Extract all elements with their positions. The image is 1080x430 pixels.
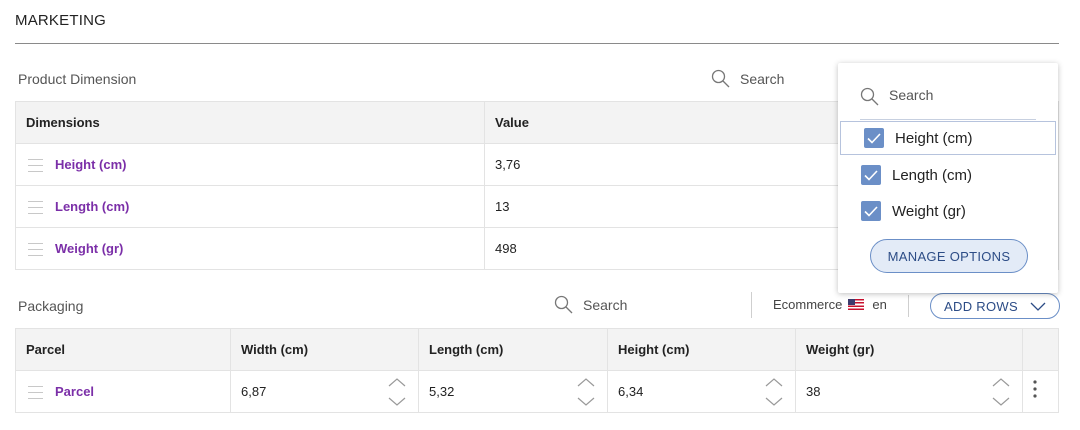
- search-icon: [860, 87, 879, 106]
- search-icon: [711, 69, 730, 88]
- column-header-length[interactable]: Length (cm): [418, 328, 608, 371]
- length-value: 5,32: [429, 384, 455, 399]
- drag-handle-icon[interactable]: [28, 385, 43, 399]
- toolbar-divider: [751, 292, 752, 318]
- channel-label: Ecommerce: [773, 297, 843, 312]
- option-label: Length (cm): [892, 166, 973, 184]
- dimension-cell: Height (cm): [15, 143, 485, 186]
- channel-locale-selector[interactable]: Ecommerce en: [773, 297, 887, 312]
- length-cell[interactable]: 5,32: [418, 370, 608, 413]
- checkbox-checked-icon[interactable]: [861, 165, 881, 185]
- option-height[interactable]: Height (cm): [840, 121, 1056, 155]
- column-header-height[interactable]: Height (cm): [607, 328, 796, 371]
- width-cell[interactable]: 6,87: [230, 370, 419, 413]
- dimension-cell: Length (cm): [15, 185, 485, 228]
- column-header-parcel[interactable]: Parcel: [15, 328, 231, 371]
- row-actions: [1022, 370, 1059, 413]
- toolbar-divider: [908, 295, 909, 317]
- section-title: MARKETING: [15, 12, 106, 29]
- chevron-down-icon: [1030, 302, 1046, 311]
- drag-handle-icon[interactable]: [28, 242, 43, 256]
- table-header-row: Parcel Width (cm) Length (cm) Height (cm…: [15, 328, 1059, 371]
- checkbox-checked-icon[interactable]: [861, 201, 881, 221]
- stepper-icon[interactable]: [765, 377, 783, 407]
- dimension-link[interactable]: Height (cm): [55, 158, 127, 173]
- packaging-search[interactable]: Search: [554, 295, 627, 314]
- packaging-label: Packaging: [18, 298, 84, 314]
- dimension-link[interactable]: Length (cm): [55, 200, 129, 215]
- drag-handle-icon[interactable]: [28, 200, 43, 214]
- parcel-link[interactable]: Parcel: [55, 385, 94, 400]
- us-flag-icon: [848, 299, 865, 310]
- checkbox-checked-icon[interactable]: [864, 128, 884, 148]
- locale-label: en: [872, 297, 887, 312]
- height-value: 6,34: [618, 384, 644, 399]
- search-placeholder: Search: [740, 70, 785, 87]
- column-header-width[interactable]: Width (cm): [230, 328, 419, 371]
- table-row: Parcel 6,87 5,32 6,34 38: [15, 370, 1059, 413]
- popup-search-input[interactable]: Search: [860, 87, 1036, 120]
- search-icon: [554, 295, 573, 314]
- dimension-link[interactable]: Weight (gr): [55, 242, 123, 257]
- stepper-icon[interactable]: [992, 377, 1010, 407]
- search-placeholder: Search: [583, 296, 628, 313]
- column-header-dimensions[interactable]: Dimensions: [15, 101, 485, 144]
- width-value: 6,87: [241, 384, 267, 399]
- option-label: Weight (gr): [892, 202, 966, 220]
- section-divider: [15, 43, 1059, 44]
- height-cell[interactable]: 6,34: [607, 370, 796, 413]
- dimension-cell: Weight (gr): [15, 227, 485, 270]
- weight-cell[interactable]: 38: [795, 370, 1023, 413]
- manage-options-button[interactable]: MANAGE OPTIONS: [870, 239, 1028, 273]
- drag-handle-icon[interactable]: [28, 158, 43, 172]
- product-dimension-label: Product Dimension: [18, 71, 137, 87]
- product-dimension-search[interactable]: Search: [711, 69, 784, 88]
- actions-header: [1022, 328, 1059, 371]
- add-rows-label: ADD ROWS: [944, 298, 1018, 314]
- column-header-weight[interactable]: Weight (gr): [795, 328, 1023, 371]
- column-picker-popup: Search Height (cm) Length (cm) Weight (g…: [838, 63, 1058, 293]
- search-placeholder: Search: [889, 87, 934, 103]
- option-length[interactable]: Length (cm): [838, 158, 1058, 192]
- add-rows-button[interactable]: ADD ROWS: [930, 293, 1060, 319]
- option-weight[interactable]: Weight (gr): [838, 194, 1058, 228]
- packaging-table: Parcel Width (cm) Length (cm) Height (cm…: [15, 328, 1059, 413]
- more-vertical-icon[interactable]: [1033, 379, 1037, 398]
- parcel-cell: Parcel: [15, 370, 231, 413]
- stepper-icon[interactable]: [388, 377, 406, 407]
- option-label: Height (cm): [895, 129, 973, 147]
- weight-value: 38: [806, 384, 821, 399]
- stepper-icon[interactable]: [577, 377, 595, 407]
